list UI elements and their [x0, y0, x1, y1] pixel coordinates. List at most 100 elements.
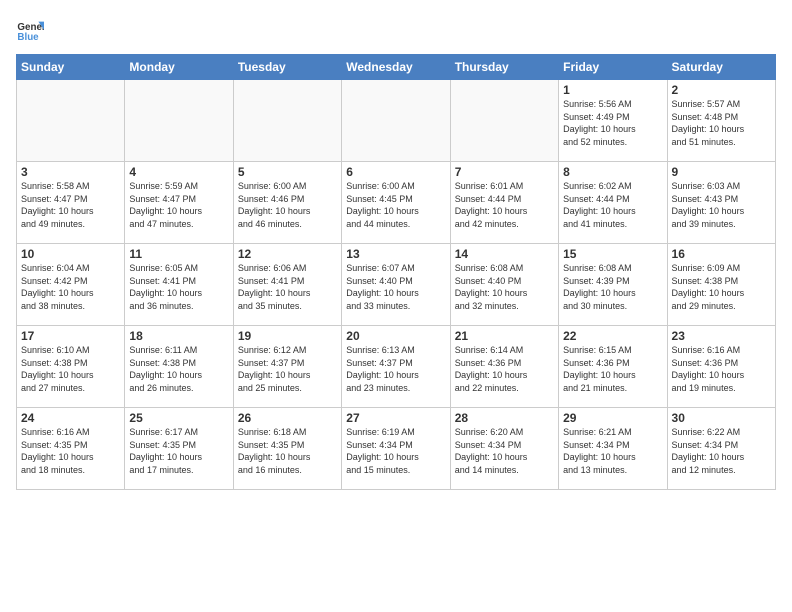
calendar-cell: 2Sunrise: 5:57 AM Sunset: 4:48 PM Daylig… — [667, 80, 775, 162]
calendar-cell: 22Sunrise: 6:15 AM Sunset: 4:36 PM Dayli… — [559, 326, 667, 408]
weekday-header-row: SundayMondayTuesdayWednesdayThursdayFrid… — [17, 55, 776, 80]
day-number: 29 — [563, 411, 662, 425]
week-row-1: 1Sunrise: 5:56 AM Sunset: 4:49 PM Daylig… — [17, 80, 776, 162]
day-number: 21 — [455, 329, 554, 343]
calendar-cell: 18Sunrise: 6:11 AM Sunset: 4:38 PM Dayli… — [125, 326, 233, 408]
day-info: Sunrise: 6:09 AM Sunset: 4:38 PM Dayligh… — [672, 262, 771, 312]
svg-text:Blue: Blue — [17, 32, 39, 43]
day-info: Sunrise: 6:19 AM Sunset: 4:34 PM Dayligh… — [346, 426, 445, 476]
day-info: Sunrise: 6:14 AM Sunset: 4:36 PM Dayligh… — [455, 344, 554, 394]
day-info: Sunrise: 6:12 AM Sunset: 4:37 PM Dayligh… — [238, 344, 337, 394]
day-info: Sunrise: 6:02 AM Sunset: 4:44 PM Dayligh… — [563, 180, 662, 230]
calendar-cell: 5Sunrise: 6:00 AM Sunset: 4:46 PM Daylig… — [233, 162, 341, 244]
calendar-cell: 3Sunrise: 5:58 AM Sunset: 4:47 PM Daylig… — [17, 162, 125, 244]
day-number: 20 — [346, 329, 445, 343]
calendar-cell: 24Sunrise: 6:16 AM Sunset: 4:35 PM Dayli… — [17, 408, 125, 490]
day-info: Sunrise: 6:15 AM Sunset: 4:36 PM Dayligh… — [563, 344, 662, 394]
calendar-cell: 29Sunrise: 6:21 AM Sunset: 4:34 PM Dayli… — [559, 408, 667, 490]
day-info: Sunrise: 6:05 AM Sunset: 4:41 PM Dayligh… — [129, 262, 228, 312]
day-number: 1 — [563, 83, 662, 97]
day-number: 9 — [672, 165, 771, 179]
calendar-cell: 27Sunrise: 6:19 AM Sunset: 4:34 PM Dayli… — [342, 408, 450, 490]
day-info: Sunrise: 6:18 AM Sunset: 4:35 PM Dayligh… — [238, 426, 337, 476]
day-info: Sunrise: 6:22 AM Sunset: 4:34 PM Dayligh… — [672, 426, 771, 476]
day-info: Sunrise: 6:04 AM Sunset: 4:42 PM Dayligh… — [21, 262, 120, 312]
calendar-cell: 23Sunrise: 6:16 AM Sunset: 4:36 PM Dayli… — [667, 326, 775, 408]
day-info: Sunrise: 6:07 AM Sunset: 4:40 PM Dayligh… — [346, 262, 445, 312]
day-info: Sunrise: 6:11 AM Sunset: 4:38 PM Dayligh… — [129, 344, 228, 394]
week-row-2: 3Sunrise: 5:58 AM Sunset: 4:47 PM Daylig… — [17, 162, 776, 244]
calendar-cell: 16Sunrise: 6:09 AM Sunset: 4:38 PM Dayli… — [667, 244, 775, 326]
calendar-cell — [450, 80, 558, 162]
week-row-5: 24Sunrise: 6:16 AM Sunset: 4:35 PM Dayli… — [17, 408, 776, 490]
day-number: 15 — [563, 247, 662, 261]
calendar-cell — [342, 80, 450, 162]
day-number: 7 — [455, 165, 554, 179]
day-number: 23 — [672, 329, 771, 343]
day-number: 27 — [346, 411, 445, 425]
calendar-cell: 1Sunrise: 5:56 AM Sunset: 4:49 PM Daylig… — [559, 80, 667, 162]
weekday-header-monday: Monday — [125, 55, 233, 80]
calendar-cell: 6Sunrise: 6:00 AM Sunset: 4:45 PM Daylig… — [342, 162, 450, 244]
day-info: Sunrise: 6:00 AM Sunset: 4:46 PM Dayligh… — [238, 180, 337, 230]
weekday-header-tuesday: Tuesday — [233, 55, 341, 80]
day-number: 14 — [455, 247, 554, 261]
calendar-cell: 19Sunrise: 6:12 AM Sunset: 4:37 PM Dayli… — [233, 326, 341, 408]
weekday-header-sunday: Sunday — [17, 55, 125, 80]
day-info: Sunrise: 6:08 AM Sunset: 4:39 PM Dayligh… — [563, 262, 662, 312]
day-info: Sunrise: 6:13 AM Sunset: 4:37 PM Dayligh… — [346, 344, 445, 394]
week-row-4: 17Sunrise: 6:10 AM Sunset: 4:38 PM Dayli… — [17, 326, 776, 408]
calendar-cell — [17, 80, 125, 162]
day-info: Sunrise: 5:59 AM Sunset: 4:47 PM Dayligh… — [129, 180, 228, 230]
day-number: 4 — [129, 165, 228, 179]
calendar-cell: 12Sunrise: 6:06 AM Sunset: 4:41 PM Dayli… — [233, 244, 341, 326]
calendar-cell: 14Sunrise: 6:08 AM Sunset: 4:40 PM Dayli… — [450, 244, 558, 326]
calendar-cell: 28Sunrise: 6:20 AM Sunset: 4:34 PM Dayli… — [450, 408, 558, 490]
logo-icon: General Blue — [16, 16, 44, 44]
logo: General Blue — [16, 16, 44, 44]
calendar-cell: 8Sunrise: 6:02 AM Sunset: 4:44 PM Daylig… — [559, 162, 667, 244]
day-number: 18 — [129, 329, 228, 343]
calendar-cell — [125, 80, 233, 162]
day-number: 5 — [238, 165, 337, 179]
day-number: 3 — [21, 165, 120, 179]
calendar-cell: 26Sunrise: 6:18 AM Sunset: 4:35 PM Dayli… — [233, 408, 341, 490]
day-number: 22 — [563, 329, 662, 343]
day-number: 11 — [129, 247, 228, 261]
day-info: Sunrise: 6:16 AM Sunset: 4:35 PM Dayligh… — [21, 426, 120, 476]
day-number: 25 — [129, 411, 228, 425]
weekday-header-thursday: Thursday — [450, 55, 558, 80]
day-info: Sunrise: 6:00 AM Sunset: 4:45 PM Dayligh… — [346, 180, 445, 230]
day-number: 13 — [346, 247, 445, 261]
day-info: Sunrise: 6:06 AM Sunset: 4:41 PM Dayligh… — [238, 262, 337, 312]
day-number: 28 — [455, 411, 554, 425]
day-number: 2 — [672, 83, 771, 97]
weekday-header-saturday: Saturday — [667, 55, 775, 80]
calendar-cell: 15Sunrise: 6:08 AM Sunset: 4:39 PM Dayli… — [559, 244, 667, 326]
day-info: Sunrise: 5:56 AM Sunset: 4:49 PM Dayligh… — [563, 98, 662, 148]
day-info: Sunrise: 5:57 AM Sunset: 4:48 PM Dayligh… — [672, 98, 771, 148]
day-number: 17 — [21, 329, 120, 343]
day-info: Sunrise: 6:08 AM Sunset: 4:40 PM Dayligh… — [455, 262, 554, 312]
day-info: Sunrise: 6:20 AM Sunset: 4:34 PM Dayligh… — [455, 426, 554, 476]
week-row-3: 10Sunrise: 6:04 AM Sunset: 4:42 PM Dayli… — [17, 244, 776, 326]
day-number: 6 — [346, 165, 445, 179]
day-info: Sunrise: 6:16 AM Sunset: 4:36 PM Dayligh… — [672, 344, 771, 394]
day-number: 19 — [238, 329, 337, 343]
calendar-cell: 30Sunrise: 6:22 AM Sunset: 4:34 PM Dayli… — [667, 408, 775, 490]
weekday-header-wednesday: Wednesday — [342, 55, 450, 80]
day-number: 24 — [21, 411, 120, 425]
calendar-cell: 10Sunrise: 6:04 AM Sunset: 4:42 PM Dayli… — [17, 244, 125, 326]
day-number: 10 — [21, 247, 120, 261]
header: General Blue — [16, 16, 776, 44]
day-number: 30 — [672, 411, 771, 425]
calendar-cell: 20Sunrise: 6:13 AM Sunset: 4:37 PM Dayli… — [342, 326, 450, 408]
calendar-cell: 11Sunrise: 6:05 AM Sunset: 4:41 PM Dayli… — [125, 244, 233, 326]
calendar-cell — [233, 80, 341, 162]
day-info: Sunrise: 6:17 AM Sunset: 4:35 PM Dayligh… — [129, 426, 228, 476]
weekday-header-friday: Friday — [559, 55, 667, 80]
calendar-cell: 13Sunrise: 6:07 AM Sunset: 4:40 PM Dayli… — [342, 244, 450, 326]
day-info: Sunrise: 6:01 AM Sunset: 4:44 PM Dayligh… — [455, 180, 554, 230]
calendar-cell: 7Sunrise: 6:01 AM Sunset: 4:44 PM Daylig… — [450, 162, 558, 244]
calendar-cell: 21Sunrise: 6:14 AM Sunset: 4:36 PM Dayli… — [450, 326, 558, 408]
